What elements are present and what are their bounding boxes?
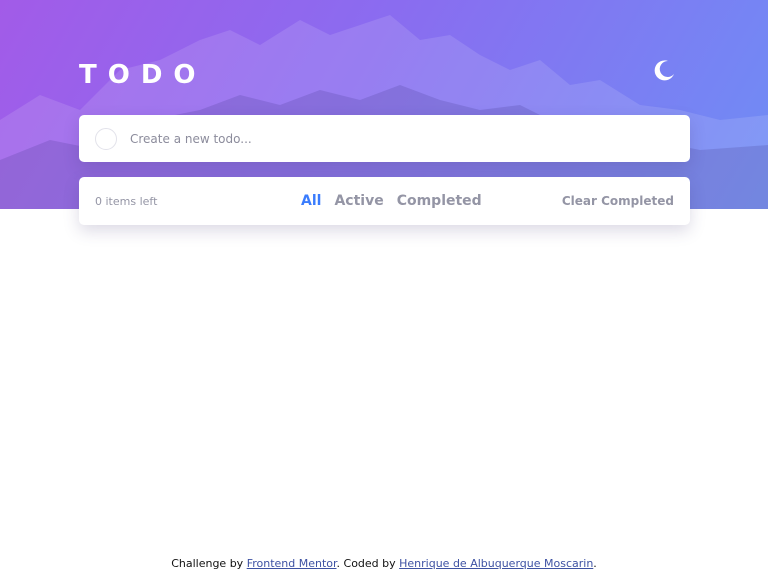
moon-icon — [654, 60, 674, 81]
new-todo-card — [79, 115, 690, 162]
attribution-footer: Challenge by Frontend Mentor. Coded by H… — [0, 557, 768, 570]
theme-toggle-button[interactable] — [651, 58, 689, 96]
footer-suffix: . — [593, 557, 597, 570]
filter-active[interactable]: Active — [334, 193, 383, 209]
new-todo-input[interactable] — [128, 130, 652, 147]
filter-completed[interactable]: Completed — [397, 193, 482, 209]
author-link[interactable]: Henrique de Albuquerque Moscarin — [399, 557, 593, 570]
items-left-count: 0 items left — [95, 194, 158, 208]
frontend-mentor-link[interactable]: Frontend Mentor — [247, 557, 337, 570]
filter-tabs: All Active Completed — [301, 193, 482, 209]
new-todo-checkbox[interactable] — [95, 127, 117, 150]
filter-all[interactable]: All — [301, 193, 321, 209]
app-title: TODO — [79, 60, 207, 90]
filter-bar: 0 items left All Active Completed Clear … — [79, 177, 690, 225]
footer-middle: . Coded by — [336, 557, 400, 570]
footer-prefix: Challenge by — [171, 557, 247, 570]
clear-completed-button[interactable]: Clear Completed — [562, 194, 674, 208]
